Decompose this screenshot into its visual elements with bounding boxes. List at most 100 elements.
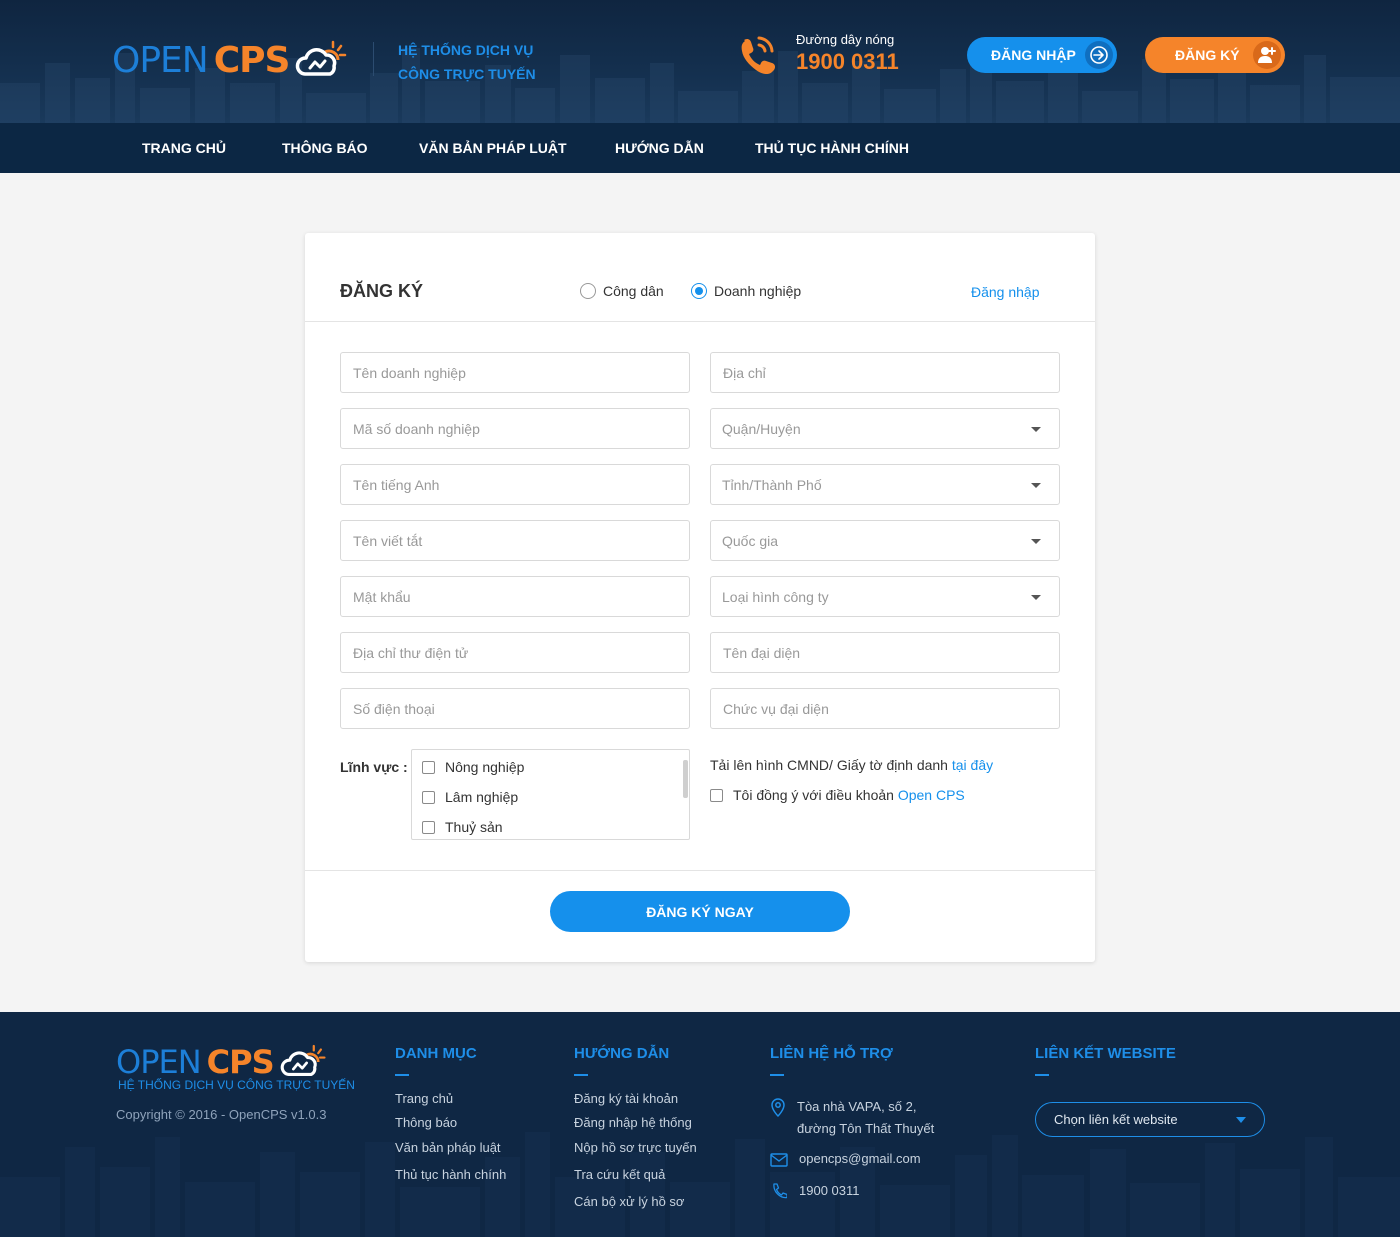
copyright: Copyright © 2016 - OpenCPS v1.0.3	[116, 1107, 327, 1122]
footer-link-dang-ky-tai-khoan[interactable]: Đăng ký tài khoản	[574, 1091, 678, 1106]
footer-slogan: HỆ THỐNG DỊCH VỤ CÔNG TRỰC TUYẾN	[118, 1078, 355, 1092]
short-name-input[interactable]	[340, 520, 690, 561]
register-title: ĐĂNG KÝ	[340, 281, 424, 301]
district-select[interactable]: Quận/Huyện	[710, 408, 1060, 449]
footer-col-lien-he-title: LIÊN HỆ HỖ TRỢ	[770, 1045, 893, 1062]
footer-address-line-1: Tòa nhà VAPA, số 2,	[797, 1099, 917, 1114]
map-pin-icon	[771, 1098, 785, 1118]
province-select-text: Tỉnh/Thành Phố	[722, 477, 822, 493]
caret-down-icon	[1236, 1117, 1246, 1123]
terms-link[interactable]: Open CPS	[898, 787, 965, 803]
nav-item-thong-bao[interactable]: THÔNG BÁO	[282, 123, 368, 173]
footer-col-danh-muc-title: DANH MỤC	[395, 1045, 477, 1062]
card-header-divider	[305, 321, 1095, 322]
radio-business-label: Doanh nghiệp	[714, 283, 802, 299]
footer-link-tra-cuu-ket-qua[interactable]: Tra cứu kết quả	[574, 1167, 665, 1182]
upload-id-label: Tải lên hình CMND/ Giấy tờ định danh	[710, 757, 948, 773]
website-link-select-text: Chọn liên kết website	[1054, 1112, 1178, 1127]
address-input[interactable]	[710, 352, 1060, 393]
upload-id-link[interactable]: tại đây	[952, 757, 993, 773]
footer-link-dang-nhap-he-thong[interactable]: Đăng nhập hệ thống	[574, 1115, 692, 1130]
footer-link-can-bo-xu-ly[interactable]: Cán bộ xử lý hồ sơ	[574, 1194, 684, 1209]
footer-link-trang-chu[interactable]: Trang chủ	[395, 1091, 453, 1106]
district-select-text: Quận/Huyện	[722, 421, 801, 437]
field-option-label: Lâm nghiệp	[445, 789, 519, 805]
field-checklist[interactable]: Nông nghiệp Lâm nghiệp Thuỷ sản	[411, 749, 690, 840]
website-link-select[interactable]: Chọn liên kết website	[1035, 1102, 1265, 1137]
field-option-nong-nghiep[interactable]: Nông nghiệp	[422, 759, 524, 775]
country-select-text: Quốc gia	[722, 533, 779, 549]
header-login-button[interactable]: ĐĂNG NHẬP	[967, 37, 1117, 73]
footer-link-thong-bao[interactable]: Thông báo	[395, 1115, 457, 1130]
nav-item-thu-tuc-hanh-chinh[interactable]: THỦ TỤC HÀNH CHÍNH	[755, 123, 909, 173]
radio-citizen[interactable]: Công dân	[580, 283, 664, 299]
logo-divider	[373, 42, 374, 76]
login-arrow-icon	[1085, 41, 1113, 69]
cloud-sun-logo-icon	[280, 1044, 326, 1076]
site-slogan: HỆ THỐNG DỊCH VỤ CÔNG TRỰC TUYẾN	[398, 38, 536, 86]
header-register-label: ĐĂNG KÝ	[1175, 47, 1240, 63]
card-footer-divider	[305, 870, 1095, 871]
main-nav: TRANG CHỦ THÔNG BÁO VĂN BẢN PHÁP LUẬT HƯ…	[0, 123, 1400, 173]
hotline: Đường dây nóng 1900 0311	[738, 32, 899, 75]
header-register-button[interactable]: ĐĂNG KÝ	[1145, 37, 1285, 73]
footer-email[interactable]: opencps@gmail.com	[799, 1148, 921, 1170]
terms-checkbox[interactable]	[710, 788, 723, 802]
field-label: Lĩnh vực :	[340, 759, 408, 775]
checkbox[interactable]	[422, 820, 435, 834]
slogan-line-1: HỆ THỐNG DỊCH VỤ	[398, 42, 534, 58]
radio-business[interactable]: Doanh nghiệp	[691, 283, 801, 299]
country-select[interactable]: Quốc gia	[710, 520, 1060, 561]
password-input[interactable]	[340, 576, 690, 617]
slogan-line-2: CÔNG TRỰC TUYẾN	[398, 66, 536, 82]
caret-down-icon	[1031, 483, 1041, 488]
company-type-select-text: Loại hình công ty	[722, 589, 829, 605]
representative-position-input[interactable]	[710, 688, 1060, 729]
nav-item-trang-chu[interactable]: TRANG CHỦ	[142, 123, 226, 173]
hotline-label: Đường dây nóng	[796, 32, 895, 47]
email-input[interactable]	[340, 632, 690, 673]
site-footer: OPEN CPS HỆ THỐNG DỊCH VỤ CÔNG TRỰC TUYẾ…	[0, 1012, 1400, 1237]
radio-citizen-label: Công dân	[603, 283, 664, 299]
register-card: ĐĂNG KÝ Công dân Doanh nghiệp Đăng nhập …	[305, 233, 1095, 962]
site-logo[interactable]: OPEN CPS	[112, 38, 349, 82]
field-option-label: Nông nghiệp	[445, 759, 525, 775]
header-login-label: ĐĂNG NHẬP	[991, 47, 1076, 63]
caret-down-icon	[1031, 539, 1041, 544]
footer-title-underline	[770, 1074, 784, 1076]
company-code-input[interactable]	[340, 408, 690, 449]
radio-circle-unchecked[interactable]	[580, 283, 596, 299]
footer-address: Tòa nhà VAPA, số 2, đường Tôn Thất Thuyế…	[797, 1096, 934, 1140]
footer-col-huong-dan-title: HƯỚNG DẪN	[574, 1045, 670, 1062]
field-option-thuy-san[interactable]: Thuỷ sản	[422, 819, 503, 835]
nav-item-huong-dan[interactable]: HƯỚNG DẪN	[615, 123, 704, 173]
checkbox[interactable]	[422, 790, 435, 804]
footer-link-nop-ho-so[interactable]: Nộp hồ sơ trực tuyến	[574, 1140, 697, 1155]
footer-link-thu-tuc-hanh-chinh[interactable]: Thủ tục hành chính	[395, 1167, 506, 1182]
radio-circle-checked[interactable]	[691, 283, 707, 299]
field-option-label: Thuỷ sản	[445, 819, 503, 835]
checkbox[interactable]	[422, 760, 435, 774]
english-name-input[interactable]	[340, 464, 690, 505]
login-link[interactable]: Đăng nhập	[971, 284, 1040, 300]
phone-ringing-icon	[741, 36, 776, 74]
footer-title-underline	[574, 1074, 588, 1076]
footer-logo-open-text: OPEN	[116, 1043, 202, 1081]
site-header: OPEN CPS HỆ THỐNG DỊCH VỤ CÔNG TRỰC TUYẾ…	[0, 0, 1400, 123]
province-select[interactable]: Tỉnh/Thành Phố	[710, 464, 1060, 505]
company-type-select[interactable]: Loại hình công ty	[710, 576, 1060, 617]
footer-phone[interactable]: 1900 0311	[799, 1180, 860, 1202]
phone-input[interactable]	[340, 688, 690, 729]
envelope-icon	[770, 1153, 788, 1167]
caret-down-icon	[1031, 427, 1041, 432]
hotline-number[interactable]: 1900 0311	[796, 49, 899, 75]
field-option-lam-nghiep[interactable]: Lâm nghiệp	[422, 789, 518, 805]
checklist-scrollbar[interactable]	[683, 760, 688, 798]
register-submit-button[interactable]: ĐĂNG KÝ NGAY	[550, 891, 850, 932]
nav-item-van-ban-phap-luat[interactable]: VĂN BẢN PHÁP LUẬT	[419, 123, 567, 173]
footer-link-van-ban-phap-luat[interactable]: Văn bản pháp luật	[395, 1140, 501, 1155]
company-name-input[interactable]	[340, 352, 690, 393]
terms-agreement[interactable]: Tôi đồng ý với điều khoản Open CPS	[710, 787, 965, 803]
footer-logo[interactable]: OPEN CPS	[116, 1042, 328, 1082]
representative-name-input[interactable]	[710, 632, 1060, 673]
